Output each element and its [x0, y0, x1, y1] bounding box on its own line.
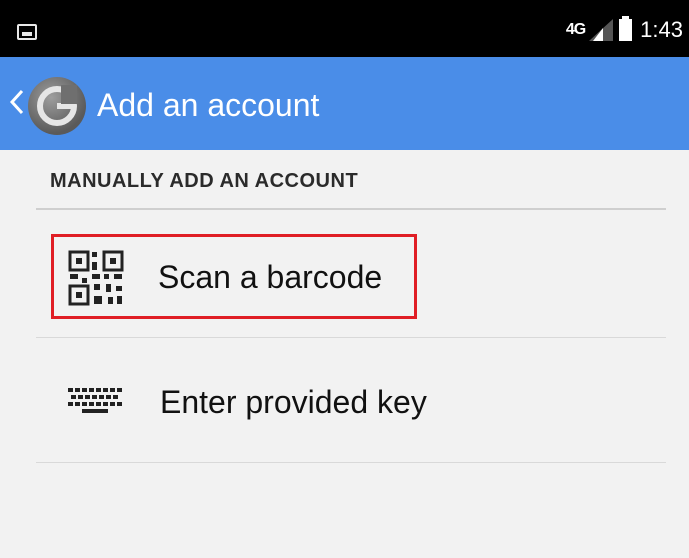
status-icons: 4G 1:43: [566, 14, 683, 46]
keyboard-icon: [68, 388, 122, 413]
battery-icon: [619, 16, 633, 41]
section-header: MANUALLY ADD AN ACCOUNT: [50, 170, 359, 192]
item-divider: [36, 337, 666, 338]
status-bar: 4G 1:43: [0, 0, 689, 57]
enter-provided-key-option[interactable]: Enter provided key: [36, 340, 666, 464]
network-type-label: 4G: [565, 21, 586, 38]
status-time: 1:43: [640, 17, 683, 42]
authenticator-logo-icon[interactable]: [28, 77, 86, 135]
highlight-box: [51, 234, 417, 319]
app-bar: Add an account: [0, 57, 689, 150]
section-divider: [36, 208, 666, 210]
gallery-icon: [17, 24, 37, 40]
signal-icon: [589, 19, 614, 41]
back-chevron-icon[interactable]: [8, 87, 26, 117]
authenticator-g-icon: [37, 85, 77, 126]
enter-provided-key-label: Enter provided key: [160, 384, 427, 420]
page-title: Add an account: [97, 87, 320, 123]
item-divider: [36, 462, 666, 463]
